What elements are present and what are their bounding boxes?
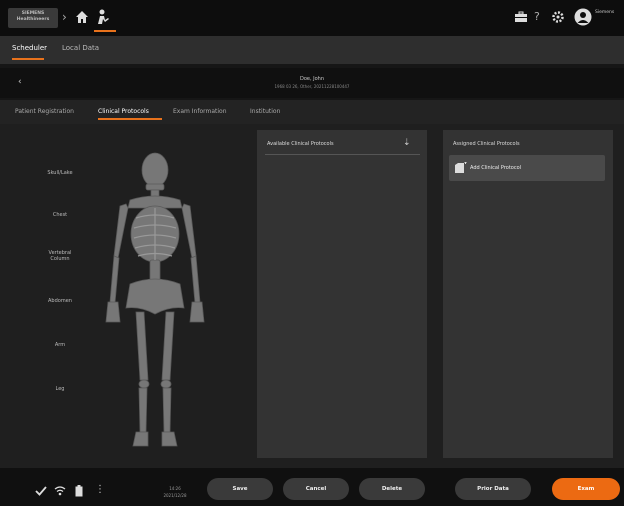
gear-icon[interactable] [551, 10, 565, 24]
prior-data-button[interactable]: Prior Data [455, 478, 531, 500]
region-vertebral-column[interactable]: Vertebral Column [40, 250, 80, 262]
active-nav-underline [94, 30, 116, 32]
siemens-logo: SIEMENS Healthineers [8, 8, 58, 28]
cancel-button[interactable]: Cancel [283, 478, 349, 500]
checkmark-icon[interactable] [35, 486, 47, 496]
patient-name: Doe, John [299, 76, 325, 82]
skeleton-body-map[interactable] [100, 148, 210, 452]
tab-local-data[interactable]: Local Data [62, 44, 99, 52]
breadcrumb-chevron-icon: › [62, 10, 67, 24]
tab-patient-registration[interactable]: Patient Registration [15, 108, 74, 115]
toolbox-icon[interactable] [514, 11, 528, 23]
battery-icon [75, 485, 83, 497]
sort-icon[interactable]: ⇣ [403, 138, 411, 148]
delete-button[interactable]: Delete [359, 478, 425, 500]
save-button[interactable]: Save [207, 478, 273, 500]
patient-details: 1968 03 26, Other, 20211228100447 [274, 84, 350, 89]
help-icon[interactable]: ? [534, 10, 540, 23]
sub-tab-bar [0, 100, 624, 124]
user-name: Siemens [595, 10, 615, 15]
region-arm[interactable]: Arm [40, 342, 80, 348]
region-skull[interactable]: Skull/Lake [40, 170, 80, 176]
tab-scheduler-underline [12, 58, 44, 60]
available-protocols-panel [257, 130, 427, 458]
tab-institution[interactable]: Institution [250, 108, 280, 115]
more-options-icon[interactable]: ⋮ [95, 484, 105, 495]
patient-icon[interactable] [95, 8, 113, 26]
region-abdomen[interactable]: Abdomen [40, 298, 80, 304]
home-icon[interactable] [74, 9, 90, 25]
clock-date: 2021/12/28 [163, 493, 187, 498]
wifi-icon[interactable] [54, 486, 66, 496]
patient-bar [0, 68, 624, 98]
user-avatar-icon[interactable] [574, 8, 592, 26]
panel-divider [265, 154, 420, 155]
region-leg[interactable]: Leg [40, 386, 80, 392]
assigned-protocols-title: Assigned Clinical Protocols [453, 141, 520, 147]
tab-exam-information[interactable]: Exam Information [173, 108, 227, 115]
tab-scheduler[interactable]: Scheduler [12, 44, 47, 52]
region-chest[interactable]: Chest [40, 212, 80, 218]
tab-clinical-protocols[interactable]: Clinical Protocols [98, 108, 149, 115]
exam-button[interactable]: Exam [552, 478, 620, 500]
clock-time: 14:26 [169, 486, 181, 491]
add-protocol-icon [455, 162, 467, 173]
available-protocols-title: Available Clinical Protocols [267, 141, 334, 147]
add-clinical-protocol-label: Add Clinical Protocol [470, 165, 522, 171]
tab-clinical-protocols-underline [98, 118, 162, 120]
